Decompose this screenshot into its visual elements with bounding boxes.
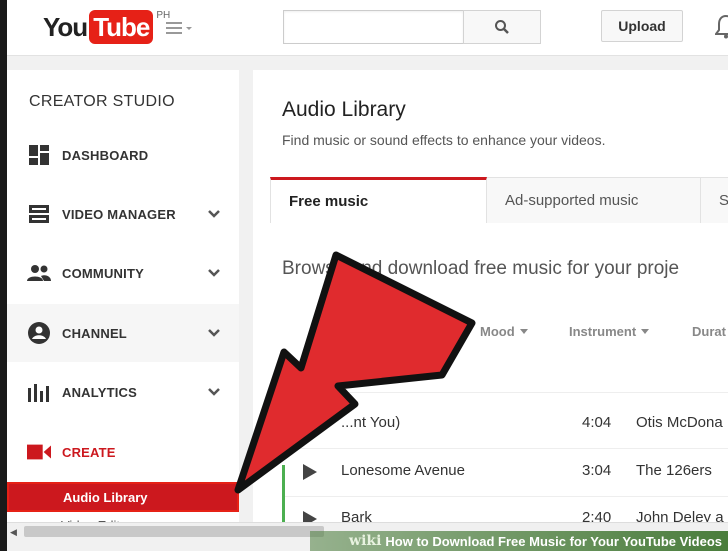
track-artist: John Deley a [636,509,724,522]
sidebar-item-create[interactable]: CREATE [7,423,239,481]
community-icon [27,261,51,285]
search-icon [495,20,509,34]
sidebar-item-label: ANALYTICS [62,384,137,400]
camera-icon [27,440,51,464]
youtube-logo[interactable]: You Tube PH [43,9,170,45]
tab-sound-effects[interactable]: S [700,177,728,223]
sidebar-subitem-label: Audio Library [63,490,148,505]
sidebar-item-community[interactable]: COMMUNITY [7,244,239,302]
top-header: You Tube PH Upload [7,0,728,56]
scrollbar-thumb[interactable] [24,526,324,537]
filter-duration[interactable]: Durat [692,324,726,339]
logo-tube-text: Tube [89,10,154,44]
search-button[interactable] [463,10,541,44]
table-row[interactable]: Bark 2:40 John Deley a [253,495,728,522]
track-name: Lonesome Avenue [341,462,465,479]
track-artist: Otis McDona [636,414,723,431]
table-row[interactable]: Lonesome Avenue 3:04 The 126ers [253,448,728,496]
filter-label: Instrument [569,324,637,339]
chevron-down-icon[interactable] [207,387,221,397]
wikihow-brand: wiki [349,533,382,549]
logo-region: PH [156,9,171,21]
watermark-text: How to Download Free Music for Your YouT… [385,533,722,549]
filter-label: Mood [480,324,515,339]
sidebar-item-dashboard[interactable]: DASHBOARD [7,126,239,184]
browse-heading: Browse and download free music for your … [282,258,680,279]
track-duration: 4:04 [582,414,612,431]
sidebar-item-label: COMMUNITY [62,265,144,281]
filter-label: Durat [692,324,726,339]
tab-bar: Free music Ad-supported music S [270,177,728,223]
tab-ad-supported-music[interactable]: Ad-supported music [487,177,700,223]
tab-free-music[interactable]: Free music [270,177,487,223]
channel-icon [27,321,51,345]
analytics-icon [27,380,51,404]
sidebar-item-video-manager[interactable]: VIDEO MANAGER [7,185,239,243]
wikihow-watermark: wiki How to Download Free Music for Your… [310,531,728,551]
filter-mood[interactable]: Mood [480,324,528,339]
page-subtitle: Find music or sound effects to enhance y… [282,132,606,148]
track-duration: 2:40 [582,509,612,522]
caret-down-icon [641,329,650,334]
sidebar-item-label: CREATE [62,444,116,460]
scroll-left-icon[interactable]: ◀ [10,527,17,538]
notifications-bell-icon[interactable] [715,14,728,40]
play-icon[interactable] [303,464,317,480]
sidebar-subitem-audio-library[interactable]: Audio Library [7,482,239,512]
filter-instrument[interactable]: Instrument [569,324,650,339]
sidebar-item-analytics[interactable]: ANALYTICS [7,363,239,421]
dashboard-icon [27,143,51,167]
video-manager-icon [27,202,51,226]
playing-indicator [282,465,285,522]
play-icon[interactable] [303,511,317,522]
caret-down-icon [519,329,528,334]
chevron-down-icon[interactable] [207,209,221,219]
window-edge [0,0,7,551]
logo-you-text: You [43,11,88,42]
page-title: Audio Library [282,98,406,121]
sidebar-item-label: VIDEO MANAGER [62,206,176,222]
audio-library-panel: Audio Library Find music or sound effect… [253,70,728,522]
chevron-down-icon[interactable] [207,328,221,338]
sidebar-item-label: CHANNEL [62,325,127,341]
table-divider [282,392,728,393]
track-artist: The 126ers [636,462,712,479]
page: You Tube PH Upload CREATOR STUDIO DASHBO… [0,0,728,551]
track-duration: 3:04 [582,462,612,479]
chevron-down-icon[interactable] [207,268,221,278]
sidebar-item-channel[interactable]: CHANNEL [7,304,239,362]
guide-menu-icon[interactable] [166,20,196,36]
sidebar-item-label: DASHBOARD [62,147,149,163]
table-row[interactable]: ...nt You) 4:04 Otis McDona [253,400,728,448]
sidebar-title: CREATOR STUDIO [29,93,175,110]
upload-button[interactable]: Upload [601,10,683,42]
track-name: Bark [341,509,372,522]
search-input[interactable] [283,10,464,44]
track-name: ...nt You) [341,414,401,431]
creator-studio-sidebar: CREATOR STUDIO DASHBOARD VIDEO MANAGER C… [7,70,239,540]
